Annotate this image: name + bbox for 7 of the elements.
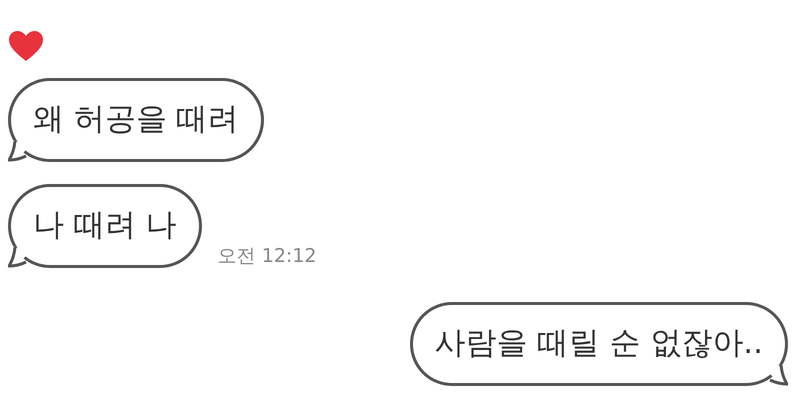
chat-bubble: 사람을 때릴 순 없잖아.. — [410, 302, 788, 386]
chat-bubble: 나 때려 나 — [8, 184, 202, 268]
bubble-tail — [8, 246, 30, 268]
chat-bubble: 왜 허공을 때려 — [8, 78, 264, 162]
bubble-tail — [8, 140, 30, 162]
bubble-tail — [766, 364, 788, 386]
timestamp: 오전 12:12 — [218, 244, 317, 268]
